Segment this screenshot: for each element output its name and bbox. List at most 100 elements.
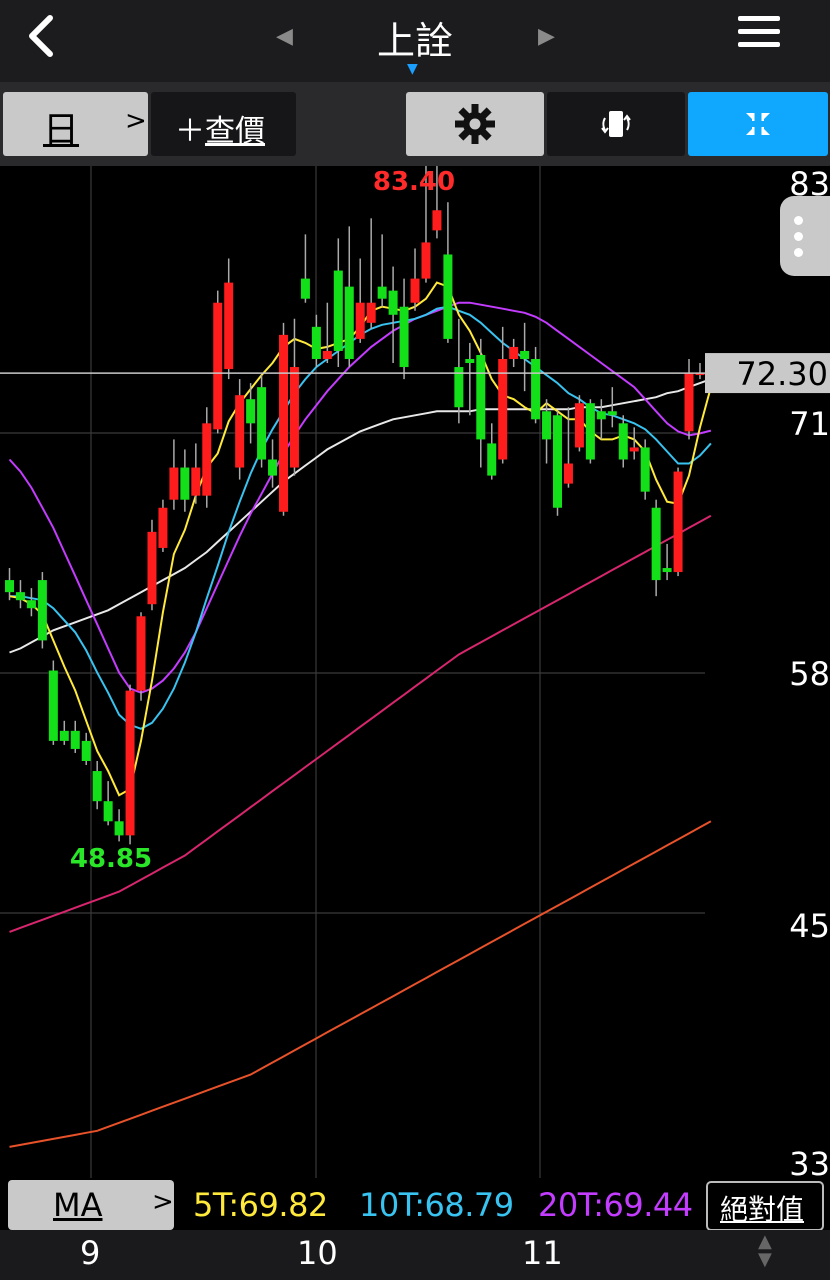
absolute-value-label: 絕對值	[720, 1193, 805, 1226]
date-label-11: 11	[522, 1234, 563, 1272]
candle-body	[377, 286, 387, 299]
candle-body	[629, 447, 639, 452]
ma10-line	[9, 305, 712, 730]
stock-title[interactable]: 上詮	[330, 10, 500, 65]
candle-body	[213, 302, 223, 430]
candle-body	[81, 740, 91, 761]
candle-body	[268, 459, 278, 476]
ma20-line	[8, 301, 712, 694]
candle-body	[684, 373, 694, 432]
candle-body	[322, 350, 332, 359]
hamburger-menu-icon[interactable]	[738, 16, 780, 56]
low-price-label: 48.85	[70, 844, 152, 874]
candle-body	[465, 359, 475, 364]
candle-body	[26, 600, 36, 609]
date-label-10: 10	[297, 1234, 338, 1272]
candle-body	[673, 471, 683, 573]
indicator-label: MA	[53, 1186, 103, 1224]
chevron-right-icon: >	[152, 1187, 174, 1217]
candle-body	[476, 354, 486, 440]
y-tick-label: 71	[789, 405, 830, 443]
candle-body	[388, 290, 398, 315]
candle-body	[48, 670, 58, 741]
candle-body	[520, 350, 530, 359]
candle-body	[531, 359, 541, 420]
candle-body	[344, 286, 354, 359]
candle-body	[366, 302, 376, 323]
candle-body	[585, 403, 595, 460]
candle-body	[158, 507, 168, 548]
candle-body	[487, 443, 497, 476]
candle-body	[257, 387, 267, 460]
candle-body	[607, 411, 617, 416]
period-selector-button[interactable]: 日 >	[3, 92, 148, 156]
plus-icon: ＋	[175, 114, 205, 149]
triangle-left-icon: ◀	[276, 24, 293, 49]
candle-body	[15, 592, 25, 601]
candle-body	[618, 423, 628, 460]
candle-body	[125, 690, 135, 836]
current-price-label: 72.30	[736, 355, 828, 393]
ma10-value: 10T:68.79	[359, 1186, 514, 1224]
candle-body	[147, 531, 157, 605]
candle-body	[355, 302, 365, 339]
scroll-handle-icon[interactable]: ▲ ▼	[758, 1233, 772, 1269]
period-label: 日	[43, 110, 80, 151]
candle-body	[432, 210, 442, 231]
chevron-left-icon	[29, 15, 53, 57]
candle-body	[509, 346, 519, 359]
next-stock-button[interactable]: ▶	[538, 24, 555, 49]
title-dropdown-caret-icon: ▼	[407, 61, 418, 77]
prev-stock-button[interactable]: ◀	[276, 24, 293, 49]
candle-body	[651, 507, 661, 581]
candle-body	[59, 730, 69, 741]
candle-body	[399, 306, 409, 368]
candle-body	[114, 821, 124, 836]
back-button[interactable]	[22, 12, 62, 60]
candle-body	[37, 580, 47, 641]
rotate-screen-icon	[601, 111, 631, 137]
absolute-value-button[interactable]: 絕對值	[706, 1181, 824, 1231]
chart-toolbar: 日 > ＋查價	[0, 82, 830, 166]
candle-body	[574, 403, 584, 448]
rotate-screen-button[interactable]	[547, 92, 685, 156]
y-tick-label: 58	[789, 655, 830, 693]
ma20-value: 20T:69.44	[538, 1186, 693, 1224]
collapse-fullscreen-button[interactable]	[688, 92, 828, 156]
indicator-selector-button[interactable]: MA >	[8, 1180, 174, 1230]
candle-body	[596, 411, 606, 420]
gear-icon	[455, 104, 495, 144]
candle-body	[224, 282, 234, 370]
candle-body	[202, 423, 212, 496]
candle-body	[136, 616, 146, 691]
add-quote-button[interactable]: ＋查價	[151, 92, 296, 156]
candle-body	[191, 467, 201, 496]
add-quote-label: 查價	[205, 114, 265, 149]
candle-body	[246, 399, 256, 424]
candle-body	[70, 730, 80, 749]
candle-body	[498, 359, 508, 460]
ma5-line	[9, 281, 712, 797]
candle-body	[289, 367, 299, 468]
y-tick-label: 33	[789, 1145, 830, 1180]
y-tick-label: 45	[789, 907, 830, 945]
top-navigation-bar: ◀ 上詮 ▼ ▶	[0, 0, 830, 82]
chevron-right-icon: >	[125, 106, 147, 136]
ma5-value: 5T:69.82	[193, 1186, 328, 1224]
candle-body	[5, 580, 14, 593]
more-options-handle[interactable]	[780, 196, 830, 276]
candle-body	[300, 278, 310, 299]
candle-body	[235, 395, 245, 468]
candle-body	[662, 568, 672, 573]
candle-body	[421, 242, 431, 279]
candle-body	[103, 801, 113, 822]
candle-body	[169, 467, 179, 500]
candle-body	[333, 270, 343, 351]
candle-body	[311, 326, 321, 359]
settings-button[interactable]	[406, 92, 544, 156]
high-price-label: 83.40	[373, 167, 455, 197]
candle-body	[92, 771, 102, 802]
candle-body	[410, 278, 420, 303]
candle-body	[443, 254, 453, 339]
candlestick-chart[interactable]: 837158453372.3083.4048.85	[0, 166, 830, 1180]
